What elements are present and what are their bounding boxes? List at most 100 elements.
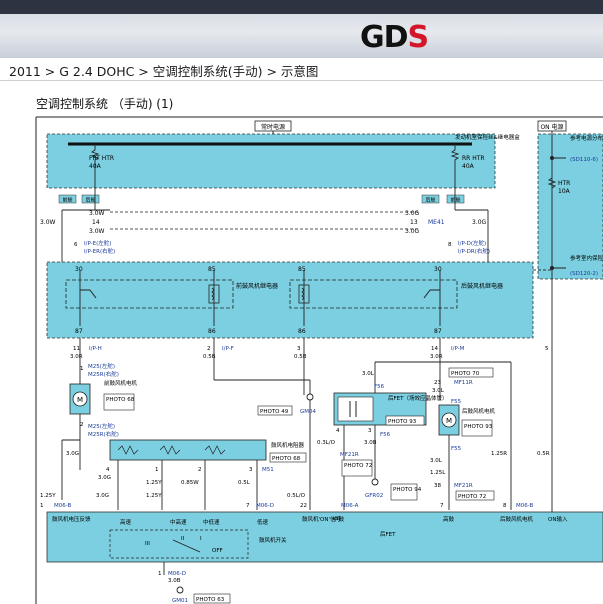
svg-text:86: 86 bbox=[208, 328, 216, 335]
htr-label: HTR bbox=[558, 180, 570, 187]
blower-resistor bbox=[109, 439, 267, 461]
header-stripe bbox=[0, 0, 603, 14]
svg-text:8: 8 bbox=[503, 503, 507, 509]
svg-text:4: 4 bbox=[106, 467, 110, 473]
svg-text:PHOTO 63: PHOTO 63 bbox=[196, 597, 225, 603]
svg-text:11: 11 bbox=[73, 346, 80, 352]
svg-text:I/P-F: I/P-F bbox=[222, 346, 234, 352]
svg-text:PHOTO 68: PHOTO 68 bbox=[106, 397, 135, 403]
svg-text:PHOTO 93: PHOTO 93 bbox=[464, 424, 493, 430]
svg-text:1.25Y: 1.25Y bbox=[146, 493, 162, 499]
svg-text:F56: F56 bbox=[380, 432, 391, 438]
svg-text:23: 23 bbox=[434, 380, 441, 386]
svg-text:M25R(右舵): M25R(右舵) bbox=[88, 430, 119, 438]
breadcrumb[interactable]: 2011 > G 2.4 DOHC > 空调控制系统(手动) > 示意图 bbox=[9, 61, 318, 80]
svg-text:中低速: 中低速 bbox=[203, 518, 220, 526]
svg-text:87: 87 bbox=[75, 328, 83, 335]
svg-text:5: 5 bbox=[545, 346, 549, 352]
svg-text:I/P-ER(右舵): I/P-ER(右舵) bbox=[84, 247, 115, 255]
svg-text:高速: 高速 bbox=[120, 518, 132, 526]
svg-text:PHOTO 94: PHOTO 94 bbox=[393, 487, 422, 493]
svg-text:后舱: 后舱 bbox=[85, 197, 95, 204]
ground-gm04 bbox=[306, 393, 314, 401]
svg-text:7: 7 bbox=[246, 503, 250, 509]
svg-text:M06-D: M06-D bbox=[168, 571, 186, 577]
engine-room-box-label: 发动机室保险丝&继电器盒 bbox=[455, 133, 520, 141]
svg-text:M25(左舵): M25(左舵) bbox=[88, 422, 115, 430]
svg-text:ME41: ME41 bbox=[428, 219, 445, 226]
front-relay-label: 前鼓风机继电器 bbox=[236, 282, 278, 290]
svg-text:0.85W: 0.85W bbox=[181, 480, 199, 486]
svg-text:PHOTO 68: PHOTO 68 bbox=[272, 456, 301, 462]
svg-text:中鼓: 中鼓 bbox=[333, 515, 345, 523]
ref-indoor-fuse-code: (SD120-2) bbox=[570, 271, 598, 277]
svg-text:I/P-M: I/P-M bbox=[451, 346, 465, 352]
svg-text:后FET（场效应晶体管）: 后FET（场效应晶体管） bbox=[388, 394, 448, 402]
svg-text:1.25Y: 1.25Y bbox=[146, 480, 162, 486]
breadcrumb-bar: 2011 > G 2.4 DOHC > 空调控制系统(手动) > 示意图 bbox=[0, 58, 603, 81]
svg-text:3.0G: 3.0G bbox=[405, 210, 420, 217]
svg-text:PHOTO 93: PHOTO 93 bbox=[388, 419, 417, 425]
ref-power-dist: 参考电源分布 bbox=[570, 134, 603, 142]
svg-text:3.0G: 3.0G bbox=[472, 219, 487, 226]
svg-text:0.5R: 0.5R bbox=[537, 451, 550, 457]
svg-text:30: 30 bbox=[75, 266, 83, 273]
svg-text:0.5L/O: 0.5L/O bbox=[287, 493, 306, 499]
svg-text:GFR02: GFR02 bbox=[365, 493, 383, 499]
svg-text:14: 14 bbox=[431, 346, 438, 352]
ref-power-dist-code: (SD110-6) bbox=[570, 157, 598, 163]
svg-text:M25(左舵): M25(左舵) bbox=[88, 362, 115, 370]
hot-power-label: 常时电源 bbox=[261, 123, 285, 131]
svg-text:M: M bbox=[446, 417, 452, 425]
svg-text:8: 8 bbox=[448, 242, 452, 248]
htr-amp: 10A bbox=[558, 188, 571, 195]
on-power-label: ON 电源 bbox=[540, 123, 563, 131]
svg-text:1: 1 bbox=[158, 571, 162, 577]
svg-text:3.0B: 3.0B bbox=[364, 440, 377, 446]
svg-text:前舱: 前舱 bbox=[62, 197, 72, 204]
svg-text:0.3L/O: 0.3L/O bbox=[317, 440, 336, 446]
svg-text:鼓风机电阻器: 鼓风机电阻器 bbox=[271, 441, 305, 449]
svg-text:3.0G: 3.0G bbox=[98, 475, 111, 481]
svg-text:前鼓风机电机: 前鼓风机电机 bbox=[104, 379, 138, 387]
svg-text:1.25Y: 1.25Y bbox=[40, 493, 56, 499]
svg-text:85: 85 bbox=[208, 266, 216, 273]
svg-text:后FET: 后FET bbox=[380, 530, 396, 538]
svg-text:F55: F55 bbox=[451, 399, 462, 405]
svg-text:GM04: GM04 bbox=[300, 409, 317, 415]
svg-text:3.0W: 3.0W bbox=[40, 219, 56, 226]
svg-text:3.0L: 3.0L bbox=[432, 388, 445, 394]
svg-text:M25R(右舵): M25R(右舵) bbox=[88, 370, 119, 378]
svg-text:85: 85 bbox=[298, 266, 306, 273]
svg-text:F55: F55 bbox=[451, 446, 462, 452]
app-header: GDS bbox=[0, 0, 603, 59]
svg-text:3.0W: 3.0W bbox=[89, 210, 105, 217]
svg-text:0.5B: 0.5B bbox=[294, 354, 307, 360]
svg-text:2: 2 bbox=[80, 422, 84, 428]
svg-text:II: II bbox=[181, 536, 185, 542]
svg-text:MF21R: MF21R bbox=[454, 483, 473, 489]
svg-text:2: 2 bbox=[198, 467, 202, 473]
svg-text:4: 4 bbox=[336, 428, 340, 434]
svg-text:低速: 低速 bbox=[257, 518, 269, 526]
svg-text:3: 3 bbox=[368, 428, 372, 434]
ground-gm01 bbox=[176, 586, 184, 594]
svg-text:PHOTO 70: PHOTO 70 bbox=[451, 371, 480, 377]
svg-text:MF11R: MF11R bbox=[454, 380, 473, 386]
rear-relay-label: 后鼓风机继电器 bbox=[461, 282, 503, 290]
svg-text:鼓风机电压反馈: 鼓风机电压反馈 bbox=[52, 515, 91, 523]
svg-text:前舱: 前舱 bbox=[450, 197, 460, 204]
svg-text:7: 7 bbox=[440, 503, 444, 509]
wiring-diagram: 常时电源 ON 电源 发动机室保险丝&继电器盒 FRT HTR 40A RR H… bbox=[35, 116, 603, 604]
svg-text:1: 1 bbox=[40, 503, 44, 509]
svg-text:I/P-H: I/P-H bbox=[89, 346, 102, 352]
svg-text:M06-A: M06-A bbox=[341, 503, 359, 509]
svg-text:22: 22 bbox=[300, 503, 307, 509]
svg-text:高鼓: 高鼓 bbox=[443, 515, 455, 523]
svg-text:6: 6 bbox=[74, 242, 78, 248]
svg-text:M: M bbox=[77, 396, 83, 404]
svg-text:I/P-DR(右舵): I/P-DR(右舵) bbox=[458, 247, 490, 255]
svg-text:鼓风机开关: 鼓风机开关 bbox=[259, 536, 287, 544]
svg-text:I/P-E(左舵): I/P-E(左舵) bbox=[84, 239, 111, 247]
svg-text:M51: M51 bbox=[262, 467, 274, 473]
